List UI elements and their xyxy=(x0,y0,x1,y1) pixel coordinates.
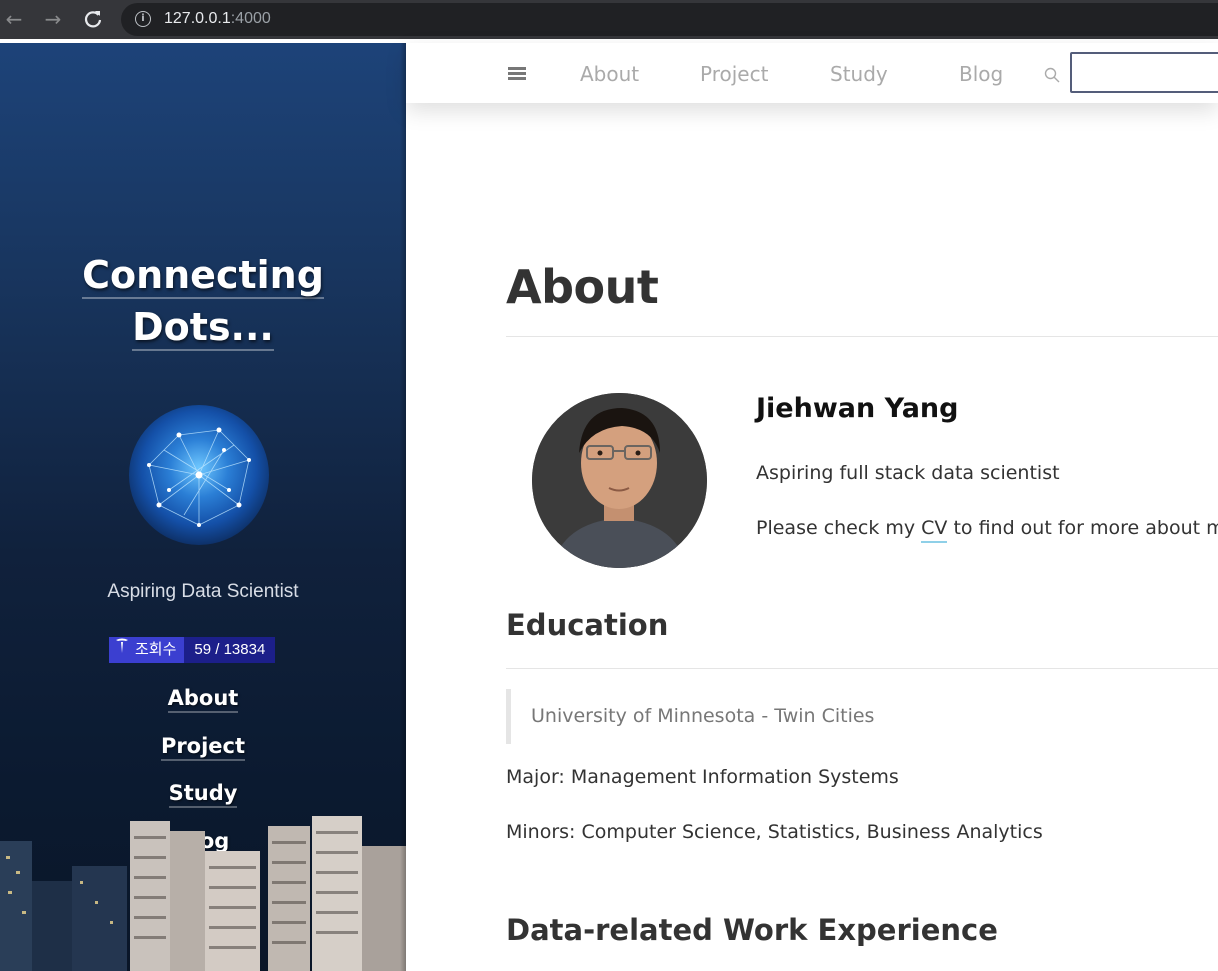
divider xyxy=(506,336,1218,337)
cv-link[interactable]: CV xyxy=(921,517,948,543)
info-icon[interactable]: i xyxy=(135,11,151,27)
divider xyxy=(506,668,1218,669)
topnav-link-blog[interactable]: Blog xyxy=(959,62,1003,86)
school-name: University of Minnesota - Twin Cities xyxy=(531,705,875,727)
visit-counter-badge: 조회수 59 / 13834 xyxy=(109,637,276,663)
major-text: Major: Management Information Systems xyxy=(506,766,899,788)
network-avatar-image xyxy=(129,405,269,545)
profile-cv-line: Please check my CV to find out for more … xyxy=(756,517,1218,543)
profile-name: Jiehwan Yang xyxy=(756,393,959,424)
search-icon[interactable] xyxy=(1044,67,1060,83)
site-title[interactable]: Connecting Dots... xyxy=(0,249,406,353)
top-navbar: About Project Study Blog xyxy=(406,43,1218,103)
site-title-line2[interactable]: Dots... xyxy=(132,305,274,351)
city-skyline-image xyxy=(0,816,406,971)
sidebar-item-project[interactable]: Project xyxy=(0,729,406,777)
back-arrow-icon[interactable]: ← xyxy=(2,7,26,31)
minors-text: Minors: Computer Science, Statistics, Bu… xyxy=(506,821,1043,843)
url-text: 127.0.0.1:4000 xyxy=(164,10,271,27)
forward-arrow-icon[interactable]: → xyxy=(41,7,65,31)
site-title-line1[interactable]: Connecting xyxy=(82,253,324,299)
hamburger-menu-icon[interactable] xyxy=(508,67,526,81)
visit-counter-label: 조회수 xyxy=(109,637,185,663)
tagline: Aspiring Data Scientist xyxy=(107,581,299,602)
sidebar: Connecting Dots... Aspiring Data Scienti… xyxy=(0,43,406,971)
topnav-link-study[interactable]: Study xyxy=(830,62,888,86)
browser-toolbar: ← → i 127.0.0.1:4000 xyxy=(0,0,1218,39)
visit-counter-value: 59 / 13834 xyxy=(184,637,276,663)
page-title: About xyxy=(506,260,659,314)
sidebar-item-about[interactable]: About xyxy=(0,681,406,729)
search-input[interactable] xyxy=(1070,52,1218,93)
school-blockquote: University of Minnesota - Twin Cities xyxy=(506,689,1106,744)
work-experience-heading: Data-related Work Experience xyxy=(506,913,998,947)
topnav-link-project[interactable]: Project xyxy=(700,62,768,86)
topnav-link-about[interactable]: About xyxy=(580,62,639,86)
address-bar[interactable]: i 127.0.0.1:4000 xyxy=(121,3,1218,36)
profile-photo xyxy=(532,393,707,568)
tesla-logo-icon xyxy=(115,637,129,663)
education-heading: Education xyxy=(506,608,669,642)
reload-icon[interactable] xyxy=(81,7,105,31)
profile-bio: Aspiring full stack data scientist xyxy=(756,462,1060,484)
